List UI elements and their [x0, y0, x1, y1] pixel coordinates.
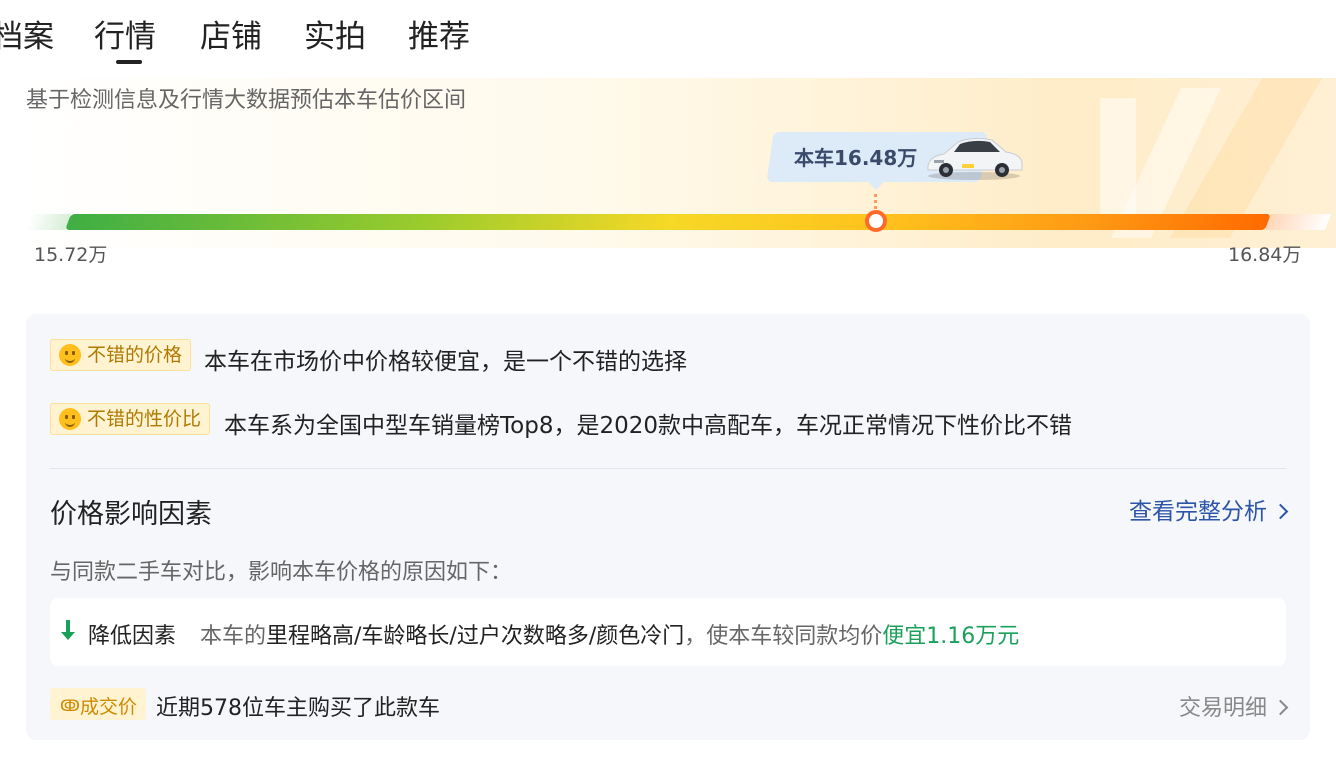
smile-icon [59, 344, 81, 366]
bubble-tail [866, 180, 886, 190]
tab-photos[interactable]: 实拍 [304, 16, 366, 58]
good-value-badge: 不错的性价比 [50, 403, 211, 435]
tab-archive[interactable]: 档案 [0, 16, 54, 58]
chevron-right-icon [1272, 503, 1289, 520]
chevron-right-icon [1272, 699, 1289, 716]
smile-icon [59, 408, 81, 430]
tab-store[interactable]: 店铺 [200, 16, 262, 58]
reduce-label: 降低因素 [88, 624, 177, 649]
deal-icon: ↂ [60, 696, 80, 715]
range-bar-right-cap [1265, 214, 1331, 230]
factors-title: 价格影响因素 [50, 499, 212, 530]
compare-text: 与同款二手车对比，影响本车价格的原因如下： [50, 560, 513, 585]
range-bar-left-cap [25, 214, 71, 230]
arrow-down-icon [61, 620, 75, 640]
reduce-factors-box: 降低因素 本车的里程略高/车龄略长/过户次数略多/颜色冷门，使本车较同款均价便宜… [50, 598, 1286, 666]
current-price-label: 本车16.48万 [794, 146, 918, 170]
tab-bar: 档案 行情 店铺 实拍 推荐 [0, 0, 1336, 76]
range-min-label: 15.72万 [34, 244, 108, 266]
price-range-subtitle: 基于检测信息及行情大数据预估本车估价区间 [26, 88, 467, 113]
tab-recommend[interactable]: 推荐 [408, 16, 470, 58]
full-analysis-link[interactable]: 查看完整分析 [1129, 492, 1289, 526]
good-price-badge: 不错的价格 [50, 339, 192, 371]
deal-price-badge: ↂ 成交价 [50, 688, 146, 720]
tab-market[interactable]: 行情 [94, 16, 156, 58]
good-value-text: 本车系为全国中型车销量榜Top8，是2020款中高配车，车况正常情况下性价比不错 [224, 413, 1072, 439]
current-price-marker [865, 210, 887, 232]
price-analysis-card: 不错的价格 本车在市场价中价格较便宜，是一个不错的选择 不错的性价比 本车系为全… [26, 314, 1310, 740]
deal-text: 近期578位车主购买了此款车 [156, 696, 440, 721]
deal-detail-link[interactable]: 交易明细 [1179, 690, 1289, 722]
active-tab-indicator [116, 60, 142, 64]
price-range-bar [65, 214, 1271, 230]
car-image [927, 137, 1023, 180]
good-price-text: 本车在市场价中价格较便宜，是一个不错的选择 [204, 349, 687, 375]
range-max-label: 16.84万 [1228, 244, 1302, 266]
divider [50, 468, 1286, 469]
reduce-text: 本车的里程略高/车龄略长/过户次数略多/颜色冷门，使本车较同款均价便宜1.16万… [200, 624, 1020, 649]
marker-connector [874, 194, 877, 210]
